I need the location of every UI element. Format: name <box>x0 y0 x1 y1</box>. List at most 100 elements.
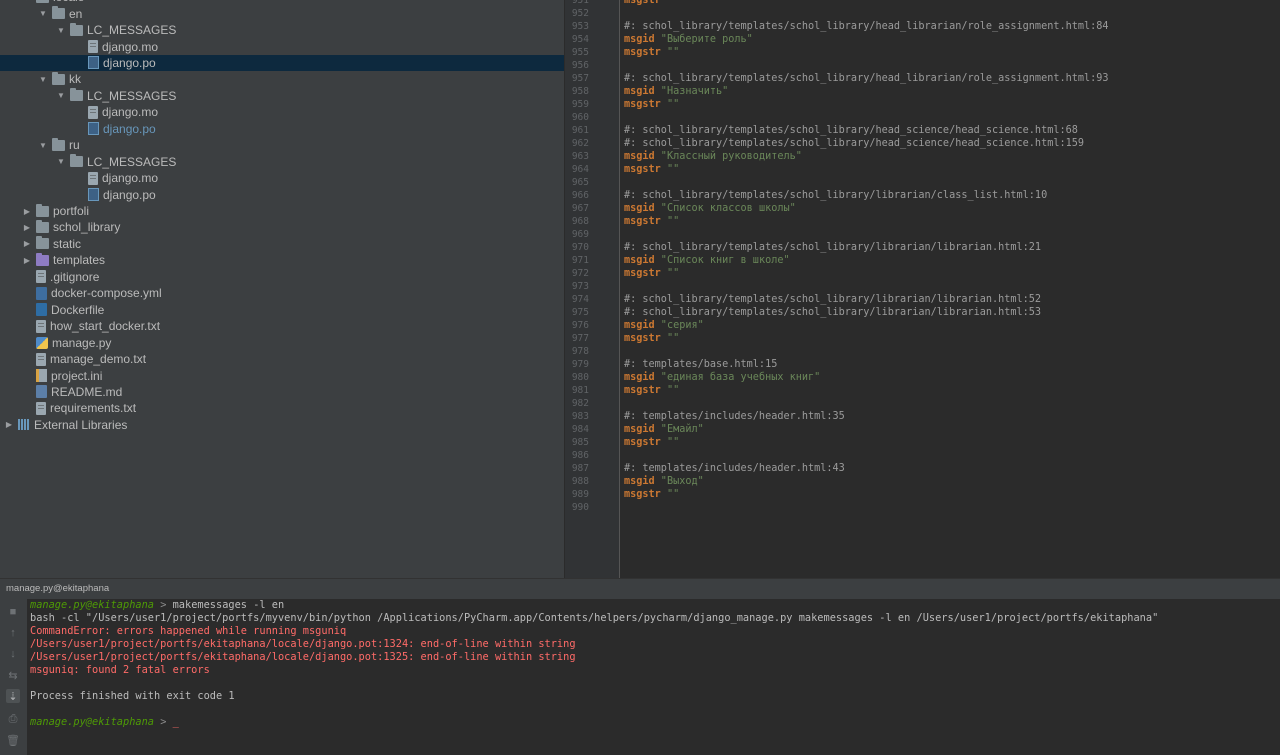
expand-arrow-down-icon[interactable]: ▼ <box>38 9 48 18</box>
code-comment-line: #: schol_library/templates/schol_library… <box>624 138 1085 149</box>
code-line: msgstr "" <box>624 267 679 280</box>
tree-item-label: .gitignore <box>50 269 100 284</box>
code-string: "" <box>660 268 680 279</box>
expand-arrow-down-icon[interactable]: ▼ <box>38 75 48 84</box>
tree-item[interactable]: requirements.txt <box>0 400 564 416</box>
tree-item[interactable]: docker-compose.yml <box>0 285 564 301</box>
console-prompt-name: manage.py@ekitaphana <box>30 599 154 611</box>
code-comment-line: #: schol_library/templates/schol_library… <box>624 125 1078 136</box>
expand-arrow-down-icon[interactable]: ▼ <box>38 141 48 150</box>
tree-item[interactable]: ▶ templates <box>0 252 564 268</box>
tree-item[interactable]: ▶ static <box>0 236 564 252</box>
code-line: msgstr "" <box>624 0 679 7</box>
console-error-line: CommandError: errors happened while runn… <box>30 625 347 637</box>
console-active-prompt[interactable]: manage.py@ekitaphana > _ <box>30 716 179 729</box>
tree-item[interactable]: django.mo <box>0 38 564 54</box>
line-number: 961 <box>571 125 589 136</box>
line-number: 974 <box>571 294 589 305</box>
tree-item[interactable]: django.mo <box>0 104 564 120</box>
tree-item[interactable]: project.ini <box>0 367 564 383</box>
tree-item-label: locale <box>53 0 84 4</box>
folder-icon <box>52 71 65 85</box>
tree-item[interactable]: ▶ External Libraries <box>0 417 564 433</box>
line-number: 978 <box>571 346 589 357</box>
tree-item-label: django.mo <box>102 105 159 120</box>
docker-file-icon <box>36 303 47 317</box>
expand-arrow-right-icon[interactable]: ▶ <box>22 207 32 216</box>
expand-arrow-right-icon[interactable]: ▶ <box>4 420 14 429</box>
line-number: 960 <box>571 112 589 123</box>
tree-item-label: Dockerfile <box>51 302 105 317</box>
tree-item[interactable]: django.mo <box>0 170 564 186</box>
code-line: msgid "серия" <box>624 319 704 332</box>
console-prompt-separator: > <box>154 716 173 728</box>
code-line: msgid "Список книг в школе" <box>624 254 790 267</box>
expand-arrow-down-icon[interactable]: ▼ <box>56 157 66 166</box>
tree-item[interactable]: .gitignore <box>0 269 564 285</box>
code-comment-line: #: schol_library/templates/schol_library… <box>624 190 1048 201</box>
tree-item-label: django.po <box>103 187 156 202</box>
tree-item[interactable]: ▶ portfoli <box>0 203 564 219</box>
line-number: 980 <box>571 372 589 383</box>
file-file-icon <box>36 401 46 415</box>
code-line: msgid "Список классов школы" <box>624 202 796 215</box>
code-line: msgid "Емайл" <box>624 423 704 436</box>
code-string: "Классный руководитель" <box>654 151 802 162</box>
code-keyword: msgstr <box>624 0 661 6</box>
tree-item[interactable]: ▼ en <box>0 5 564 21</box>
tree-item[interactable]: ▶ schol_library <box>0 219 564 235</box>
tree-item[interactable]: django.po <box>0 186 564 202</box>
code-string: "" <box>660 164 680 175</box>
tree-item[interactable]: manage_demo.txt <box>0 351 564 367</box>
expand-arrow-right-icon[interactable]: ▶ <box>22 239 32 248</box>
tree-item[interactable]: django.po <box>0 54 564 72</box>
code-keyword: msgstr <box>624 489 661 500</box>
tree-item[interactable]: django.po <box>0 121 564 137</box>
print-icon[interactable]: ⎙ <box>6 712 20 726</box>
up-arrow-icon[interactable]: ↑ <box>6 626 20 640</box>
expand-arrow-down-icon[interactable]: ▼ <box>56 91 66 100</box>
code-string: "" <box>660 333 680 344</box>
tree-item[interactable]: ▼ ru <box>0 137 564 153</box>
ini-file-icon <box>36 369 47 383</box>
md-file-icon <box>36 385 47 399</box>
expand-arrow-down-icon[interactable]: ▼ <box>22 0 32 2</box>
tree-item[interactable]: ▼ LC_MESSAGES <box>0 22 564 38</box>
console-error-line: /Users/user1/project/portfs/ekitaphana/l… <box>30 638 576 650</box>
file-file-icon <box>36 319 46 333</box>
expand-arrow-right-icon[interactable]: ▶ <box>22 223 32 232</box>
code-keyword: msgid <box>624 86 655 97</box>
tree-item[interactable]: ▼ kk <box>0 71 564 87</box>
tree-item[interactable]: Dockerfile <box>0 302 564 318</box>
tree-item[interactable]: how_start_docker.txt <box>0 318 564 334</box>
run-console[interactable]: manage.py@ekitaphana > makemessages -l e… <box>27 599 1280 755</box>
line-number: 988 <box>571 476 589 487</box>
tree-item-label: project.ini <box>51 368 103 383</box>
code-string: "Выход" <box>654 476 704 487</box>
stop-icon[interactable]: ■ <box>6 605 20 619</box>
tree-item-label: LC_MESSAGES <box>87 23 177 38</box>
tree-item[interactable]: README.md <box>0 384 564 400</box>
line-number: 977 <box>571 333 589 344</box>
folder-icon <box>36 219 49 233</box>
scroll-to-end-icon[interactable]: ⇣ <box>6 689 20 703</box>
soft-wrap-icon[interactable]: ⇆ <box>6 668 20 682</box>
tree-item[interactable]: ▼ LC_MESSAGES <box>0 88 564 104</box>
code-keyword: msgstr <box>624 268 661 279</box>
code-comment-line: #: schol_library/templates/schol_library… <box>624 21 1109 32</box>
line-number: 967 <box>571 203 589 214</box>
file-file-icon <box>36 270 46 284</box>
code-keyword: msgstr <box>624 99 661 110</box>
project-tree[interactable]: ▼locale▼en▼LC_MESSAGESdjango.modjango.po… <box>0 0 564 578</box>
trash-icon[interactable]: 🗑 <box>6 733 20 747</box>
down-arrow-icon[interactable]: ↓ <box>6 647 20 661</box>
line-number: 962 <box>571 138 589 149</box>
expand-arrow-right-icon[interactable]: ▶ <box>22 256 32 265</box>
tree-item[interactable]: ▼ LC_MESSAGES <box>0 154 564 170</box>
expand-arrow-down-icon[interactable]: ▼ <box>56 26 66 35</box>
code-editor[interactable]: msgstr "" #: schol_library/templates/scho… <box>620 0 1280 578</box>
folder-icon <box>36 203 49 217</box>
code-string: "Выберите роль" <box>654 34 753 45</box>
tree-item[interactable]: manage.py <box>0 334 564 350</box>
code-line: msgid "Назначить" <box>624 85 728 98</box>
